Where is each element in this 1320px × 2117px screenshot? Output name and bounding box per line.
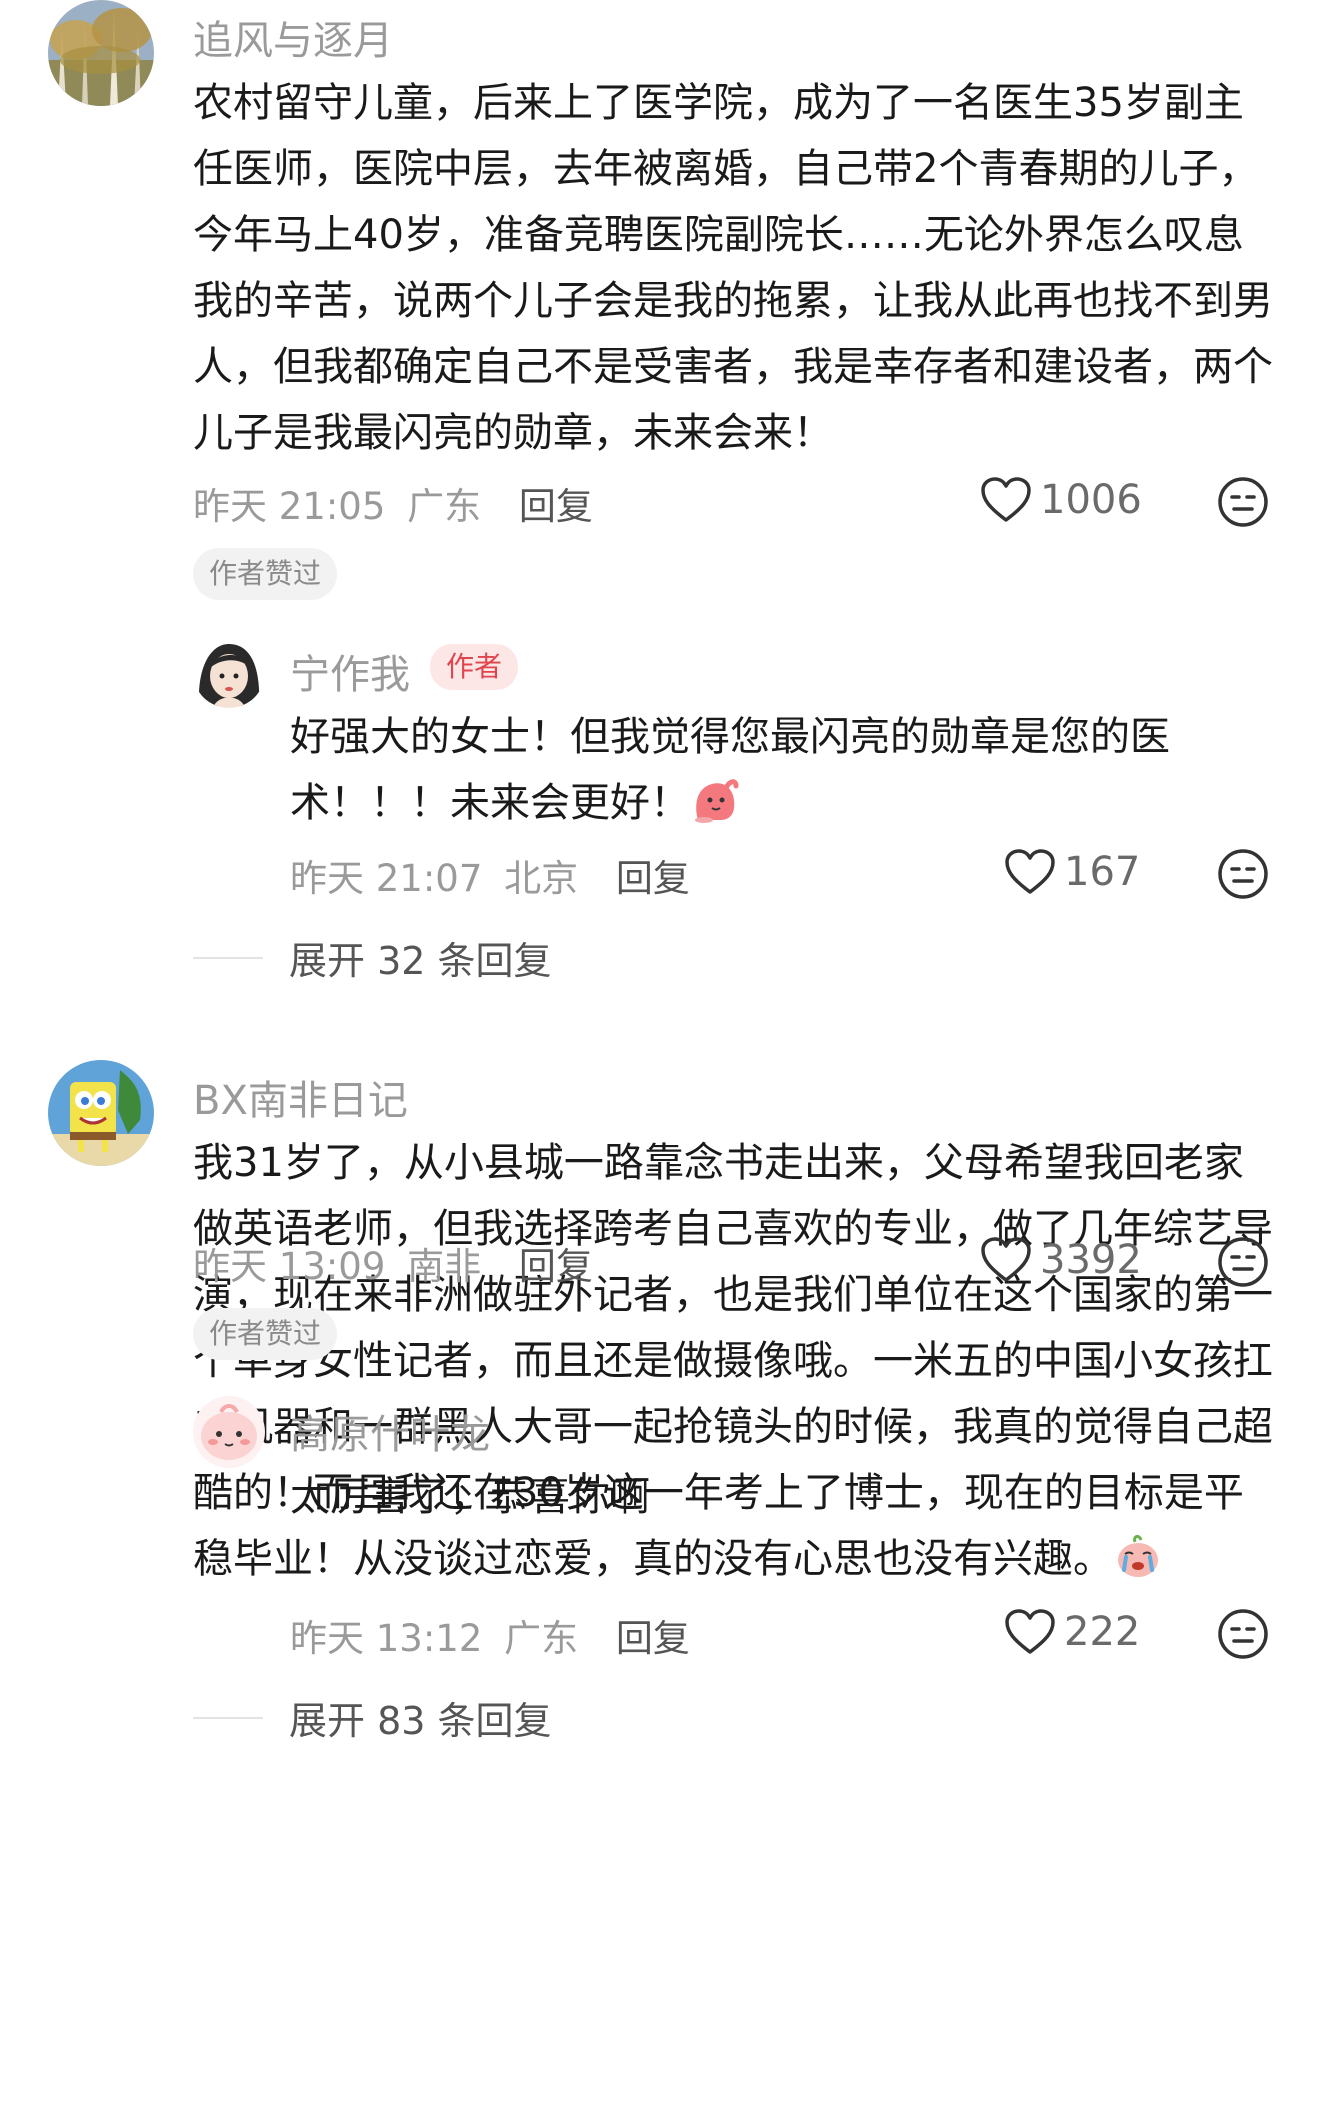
dislike-button[interactable]	[1217, 476, 1269, 528]
expand-replies-button[interactable]: 展开 83 条回复	[193, 1690, 552, 1745]
avatar[interactable]	[193, 636, 265, 708]
comment-location: 广东	[407, 485, 482, 528]
divider-line	[193, 1716, 263, 1719]
reply-text: 好强大的女士！但我觉得您最闪亮的勋章是您的医术！！！未来会更好！	[290, 704, 1230, 844]
neutral-face-icon	[1218, 1237, 1268, 1287]
neutral-face-icon	[1218, 477, 1268, 527]
crying-blob-emoji-icon	[1113, 1532, 1163, 1600]
like-count: 3392	[1040, 1237, 1142, 1283]
like-button[interactable]: 3392	[980, 1236, 1142, 1284]
reply-time: 昨天 21:07	[290, 857, 483, 900]
like-count: 222	[1064, 1609, 1141, 1655]
expand-replies-label: 展开 83 条回复	[289, 1699, 552, 1743]
neutral-face-icon	[1218, 1609, 1268, 1659]
pink-blob-avatar-icon	[193, 1396, 265, 1468]
reply-meta: 昨天 13:12 广东 回复	[290, 1608, 690, 1662]
avatar[interactable]	[193, 1396, 265, 1468]
reply-location: 北京	[504, 857, 579, 900]
comment-text: 农村留守儿童，后来上了医学院，成为了一名医生35岁副主任医师，医院中层，去年被离…	[193, 80, 1273, 456]
spongebob-avatar-icon	[48, 1060, 154, 1166]
comment-time: 昨天 21:05	[193, 485, 386, 528]
comment-item: BX南非日记 我31岁了，从小县城一路靠念书走出来，父母希望我回老家做英语老师，…	[0, 1060, 1320, 2117]
like-button[interactable]: 222	[1004, 1608, 1140, 1656]
author-tag: 作者	[430, 644, 519, 690]
dislike-button[interactable]	[1217, 1608, 1269, 1660]
reply-button[interactable]: 回复	[519, 1245, 593, 1288]
neutral-face-icon	[1218, 849, 1268, 899]
like-count: 1006	[1040, 477, 1142, 523]
comment-meta: 昨天 13:09 南非 回复	[193, 1236, 593, 1290]
reply-button[interactable]: 回复	[616, 857, 690, 900]
dislike-button[interactable]	[1217, 1236, 1269, 1288]
reply-button[interactable]: 回复	[616, 1617, 690, 1660]
author-liked-badge: 作者赞过	[193, 1308, 338, 1360]
heart-outline-icon	[1005, 1609, 1055, 1654]
comment-meta: 昨天 21:05 广东 回复	[193, 476, 593, 530]
girl-illustration-avatar-icon	[193, 636, 265, 708]
reply-meta: 昨天 21:07 北京 回复	[290, 848, 690, 902]
comment-time: 昨天 13:09	[193, 1245, 386, 1288]
reply-time: 昨天 13:12	[290, 1617, 483, 1660]
reply-button[interactable]: 回复	[519, 485, 593, 528]
username[interactable]: 追风与逐月	[193, 8, 393, 66]
avatar[interactable]	[48, 1060, 154, 1166]
heart-outline-icon	[1005, 849, 1055, 894]
comment-location: 南非	[407, 1245, 482, 1288]
divider-line	[193, 956, 263, 959]
username[interactable]: 宁作我	[290, 642, 410, 700]
like-button[interactable]: 167	[1004, 848, 1140, 896]
pink-blob-emoji-icon	[690, 776, 740, 844]
like-button[interactable]: 1006	[980, 476, 1142, 524]
landscape-trees-avatar-icon	[48, 0, 154, 106]
avatar[interactable]	[48, 0, 154, 106]
author-liked-badge: 作者赞过	[193, 548, 338, 600]
reply-location: 广东	[504, 1617, 579, 1660]
expand-replies-button[interactable]: 展开 32 条回复	[193, 930, 552, 985]
like-count: 167	[1064, 849, 1141, 895]
comment-item: 追风与逐月 农村留守儿童，后来上了医学院，成为了一名医生35岁副主任医师，医院中…	[0, 0, 1320, 1000]
reply-text: 太厉害了，恭喜你啊	[290, 1474, 650, 1520]
dislike-button[interactable]	[1217, 848, 1269, 900]
username[interactable]: BX南非日记	[193, 1068, 408, 1126]
heart-outline-icon	[981, 1237, 1031, 1282]
username[interactable]: 高原什叶龙	[290, 1402, 490, 1460]
expand-replies-label: 展开 32 条回复	[289, 939, 552, 983]
heart-outline-icon	[981, 477, 1031, 522]
